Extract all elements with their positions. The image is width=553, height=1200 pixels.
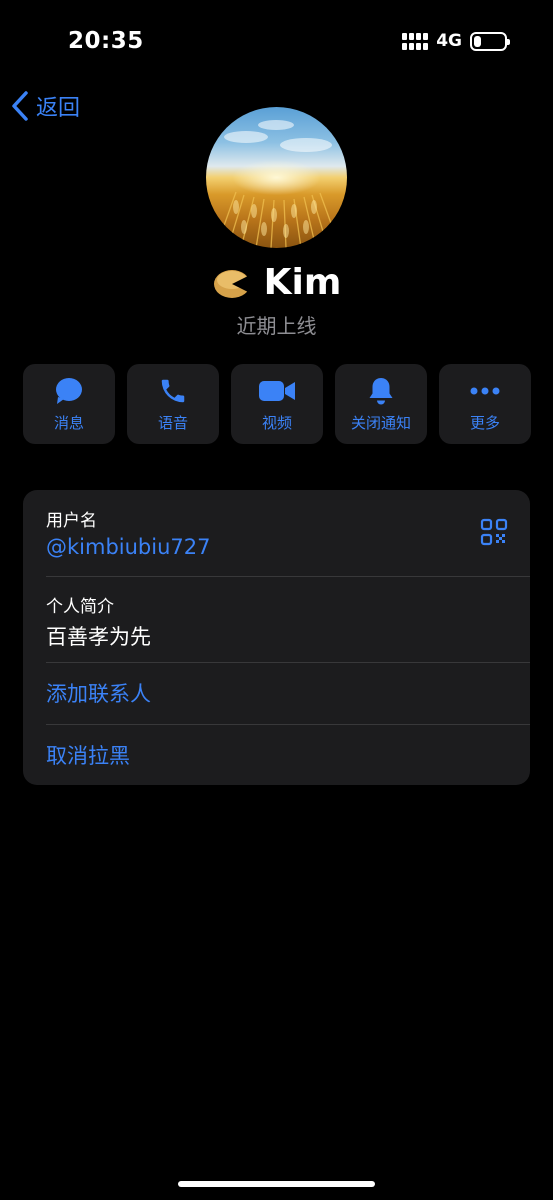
battery-icon xyxy=(470,31,510,51)
signal-icon xyxy=(402,32,429,50)
back-button[interactable]: 返回 xyxy=(10,90,80,122)
home-indicator xyxy=(178,1181,375,1187)
bio-row: 个人简介 百善孝为先 xyxy=(23,576,530,662)
name-row: Kim xyxy=(0,262,553,303)
video-call-button[interactable]: 视频 xyxy=(231,364,323,444)
avatar[interactable] xyxy=(206,107,347,248)
back-label: 返回 xyxy=(36,96,81,121)
battery-level xyxy=(474,35,482,47)
action-label: 关闭通知 xyxy=(350,413,411,432)
qr-code-icon[interactable] xyxy=(480,518,508,546)
more-button[interactable]: 更多 xyxy=(439,364,531,444)
message-button[interactable]: 消息 xyxy=(23,364,115,444)
username-label: 用户名 xyxy=(46,511,97,531)
last-seen-status: 近期上线 xyxy=(236,314,317,338)
mute-notifications-button[interactable]: 关闭通知 xyxy=(335,364,427,444)
username-row[interactable]: 用户名 @kimbiubiu727 xyxy=(23,490,530,576)
chevron-left-icon xyxy=(12,91,28,121)
action-label: 语音 xyxy=(157,413,188,432)
bio-label: 个人简介 xyxy=(46,597,114,617)
wheat-field-image xyxy=(215,120,341,248)
network-type: 4G xyxy=(436,31,462,51)
add-contact-button[interactable]: 添加联系人 xyxy=(46,678,151,708)
username-value[interactable]: @kimbiubiu727 xyxy=(46,535,530,559)
more-dots-icon xyxy=(470,387,500,394)
add-contact-row[interactable]: 添加联系人 xyxy=(23,662,530,724)
message-bubble-icon xyxy=(56,377,82,404)
voice-call-button[interactable]: 语音 xyxy=(127,364,219,444)
cookie-emoji-icon xyxy=(213,269,252,298)
action-label: 视频 xyxy=(261,413,292,432)
bio-value: 百善孝为先 xyxy=(46,625,151,649)
status-time: 20:35 xyxy=(68,28,144,54)
action-label: 消息 xyxy=(53,413,84,432)
unblock-row[interactable]: 取消拉黑 xyxy=(23,724,530,785)
unblock-button[interactable]: 取消拉黑 xyxy=(46,740,130,770)
contact-name: Kim xyxy=(263,262,342,303)
bell-icon xyxy=(369,377,393,404)
profile-screen: 20:35 4G 返回 Kim 近期上线 消息 语音 视频 关闭通知 更多 用户… xyxy=(0,0,553,1200)
video-camera-icon xyxy=(259,380,295,401)
info-card: 用户名 @kimbiubiu727 个人简介 百善孝为先 添加联系人 取消拉黑 xyxy=(23,490,530,785)
status-indicators: 4G xyxy=(402,31,510,51)
action-bar: 消息 语音 视频 关闭通知 更多 xyxy=(23,364,531,444)
action-label: 更多 xyxy=(469,413,500,432)
phone-icon xyxy=(161,379,185,402)
